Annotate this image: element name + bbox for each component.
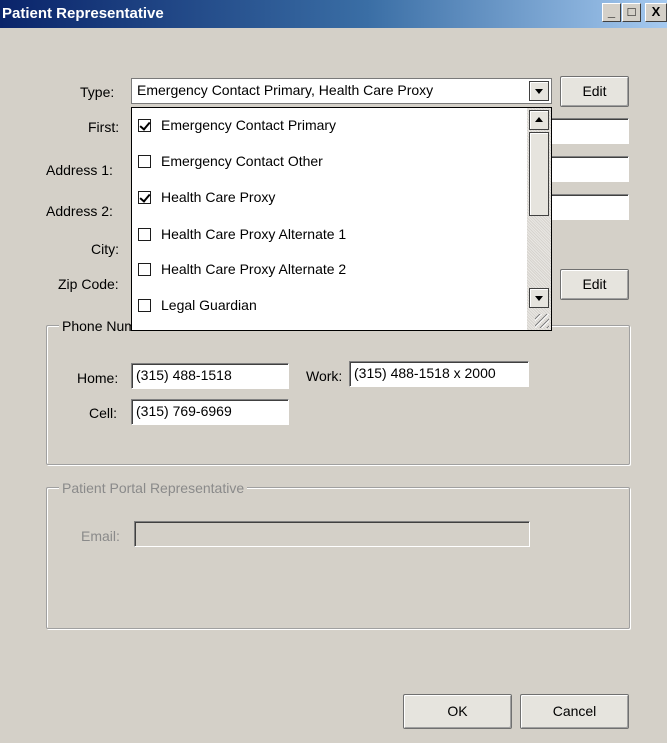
scroll-down-button[interactable]	[529, 288, 549, 308]
chevron-down-icon	[535, 296, 543, 301]
maximize-icon: □	[627, 4, 636, 19]
address1-label: Address 1:	[46, 162, 113, 178]
home-phone-label: Home:	[77, 370, 119, 386]
cancel-label: Cancel	[552, 703, 597, 719]
home-phone-value: (315) 488-1518	[136, 367, 232, 383]
close-icon: X	[651, 4, 661, 19]
maximize-button[interactable]: □	[622, 3, 641, 22]
portal-representative-group	[46, 487, 630, 629]
zip-code-label: Zip Code:	[58, 276, 119, 292]
option-label: Emergency Contact Primary	[161, 117, 337, 133]
type-combobox-value: Emergency Contact Primary, Health Care P…	[137, 82, 434, 98]
address2-label: Address 2:	[46, 203, 113, 219]
checkbox[interactable]	[138, 262, 151, 276]
first-label: First:	[88, 119, 120, 135]
email-input[interactable]	[134, 521, 530, 547]
option-label: Health Care Proxy Alternate 1	[161, 226, 347, 242]
minimize-button[interactable]: _	[602, 3, 621, 22]
ok-button[interactable]: OK	[403, 694, 512, 729]
option-label: Health Care Proxy Alternate 2	[161, 261, 347, 277]
close-button[interactable]: X	[645, 3, 667, 22]
type-edit-label: Edit	[582, 83, 607, 99]
type-label: Type:	[80, 84, 115, 100]
cell-phone-input[interactable]: (315) 769-6969	[131, 399, 289, 425]
portal-representative-group-title: Patient Portal Representative	[59, 480, 248, 496]
type-edit-button[interactable]: Edit	[560, 76, 629, 107]
option-label: Legal Guardian	[161, 297, 257, 313]
option-label: Health Care Proxy	[161, 189, 276, 205]
work-phone-value: (315) 488-1518 x 2000	[354, 365, 496, 381]
work-phone-input[interactable]: (315) 488-1518 x 2000	[349, 361, 529, 387]
type-options-list: Emergency Contact Primary Emergency Cont…	[132, 108, 528, 330]
type-combobox[interactable]: Emergency Contact Primary, Health Care P…	[131, 78, 552, 104]
home-phone-input[interactable]: (315) 488-1518	[131, 363, 289, 389]
address1-input[interactable]	[545, 156, 629, 182]
phone-numbers-group	[46, 325, 630, 465]
option-label: Emergency Contact Other	[161, 153, 323, 169]
checkbox[interactable]	[138, 190, 151, 204]
cancel-button[interactable]: Cancel	[520, 694, 629, 729]
type-dropdown-list[interactable]: Emergency Contact Primary Emergency Cont…	[131, 107, 552, 331]
dropdown-scrollbar[interactable]	[527, 108, 551, 330]
window-title: Patient Representative	[2, 5, 164, 22]
type-option-health-care-proxy-alternate-1[interactable]: Health Care Proxy Alternate 1	[138, 223, 346, 245]
cell-phone-value: (315) 769-6969	[136, 403, 232, 419]
chevron-down-icon	[535, 89, 543, 94]
type-option-health-care-proxy-alternate-2[interactable]: Health Care Proxy Alternate 2	[138, 258, 346, 280]
scroll-thumb[interactable]	[529, 132, 549, 216]
checkbox[interactable]	[138, 227, 151, 241]
scroll-up-button[interactable]	[529, 110, 549, 130]
minimize-icon: _	[607, 4, 616, 19]
chevron-up-icon	[535, 117, 543, 122]
work-phone-label: Work:	[306, 368, 343, 384]
type-dropdown-button[interactable]	[529, 81, 549, 101]
city-label: City:	[91, 241, 119, 257]
type-option-emergency-contact-primary[interactable]: Emergency Contact Primary	[138, 114, 336, 136]
zip-edit-label: Edit	[582, 276, 607, 292]
checkbox[interactable]	[138, 298, 151, 312]
type-option-emergency-contact-other[interactable]: Emergency Contact Other	[138, 150, 323, 172]
check-icon	[139, 119, 151, 131]
type-option-legal-guardian[interactable]: Legal Guardian	[138, 294, 257, 316]
cell-phone-label: Cell:	[89, 405, 118, 421]
resize-grip-icon[interactable]	[535, 314, 549, 328]
check-icon	[139, 191, 151, 203]
zip-edit-button[interactable]: Edit	[560, 269, 629, 300]
checkbox[interactable]	[138, 154, 151, 168]
title-bar: Patient Representative _ □ X	[0, 0, 667, 28]
first-name-input[interactable]	[545, 118, 629, 144]
address2-input[interactable]	[545, 194, 629, 220]
type-option-health-care-proxy[interactable]: Health Care Proxy	[138, 186, 275, 208]
ok-label: OK	[447, 703, 468, 719]
checkbox[interactable]	[138, 118, 151, 132]
email-label: Email:	[81, 528, 120, 544]
